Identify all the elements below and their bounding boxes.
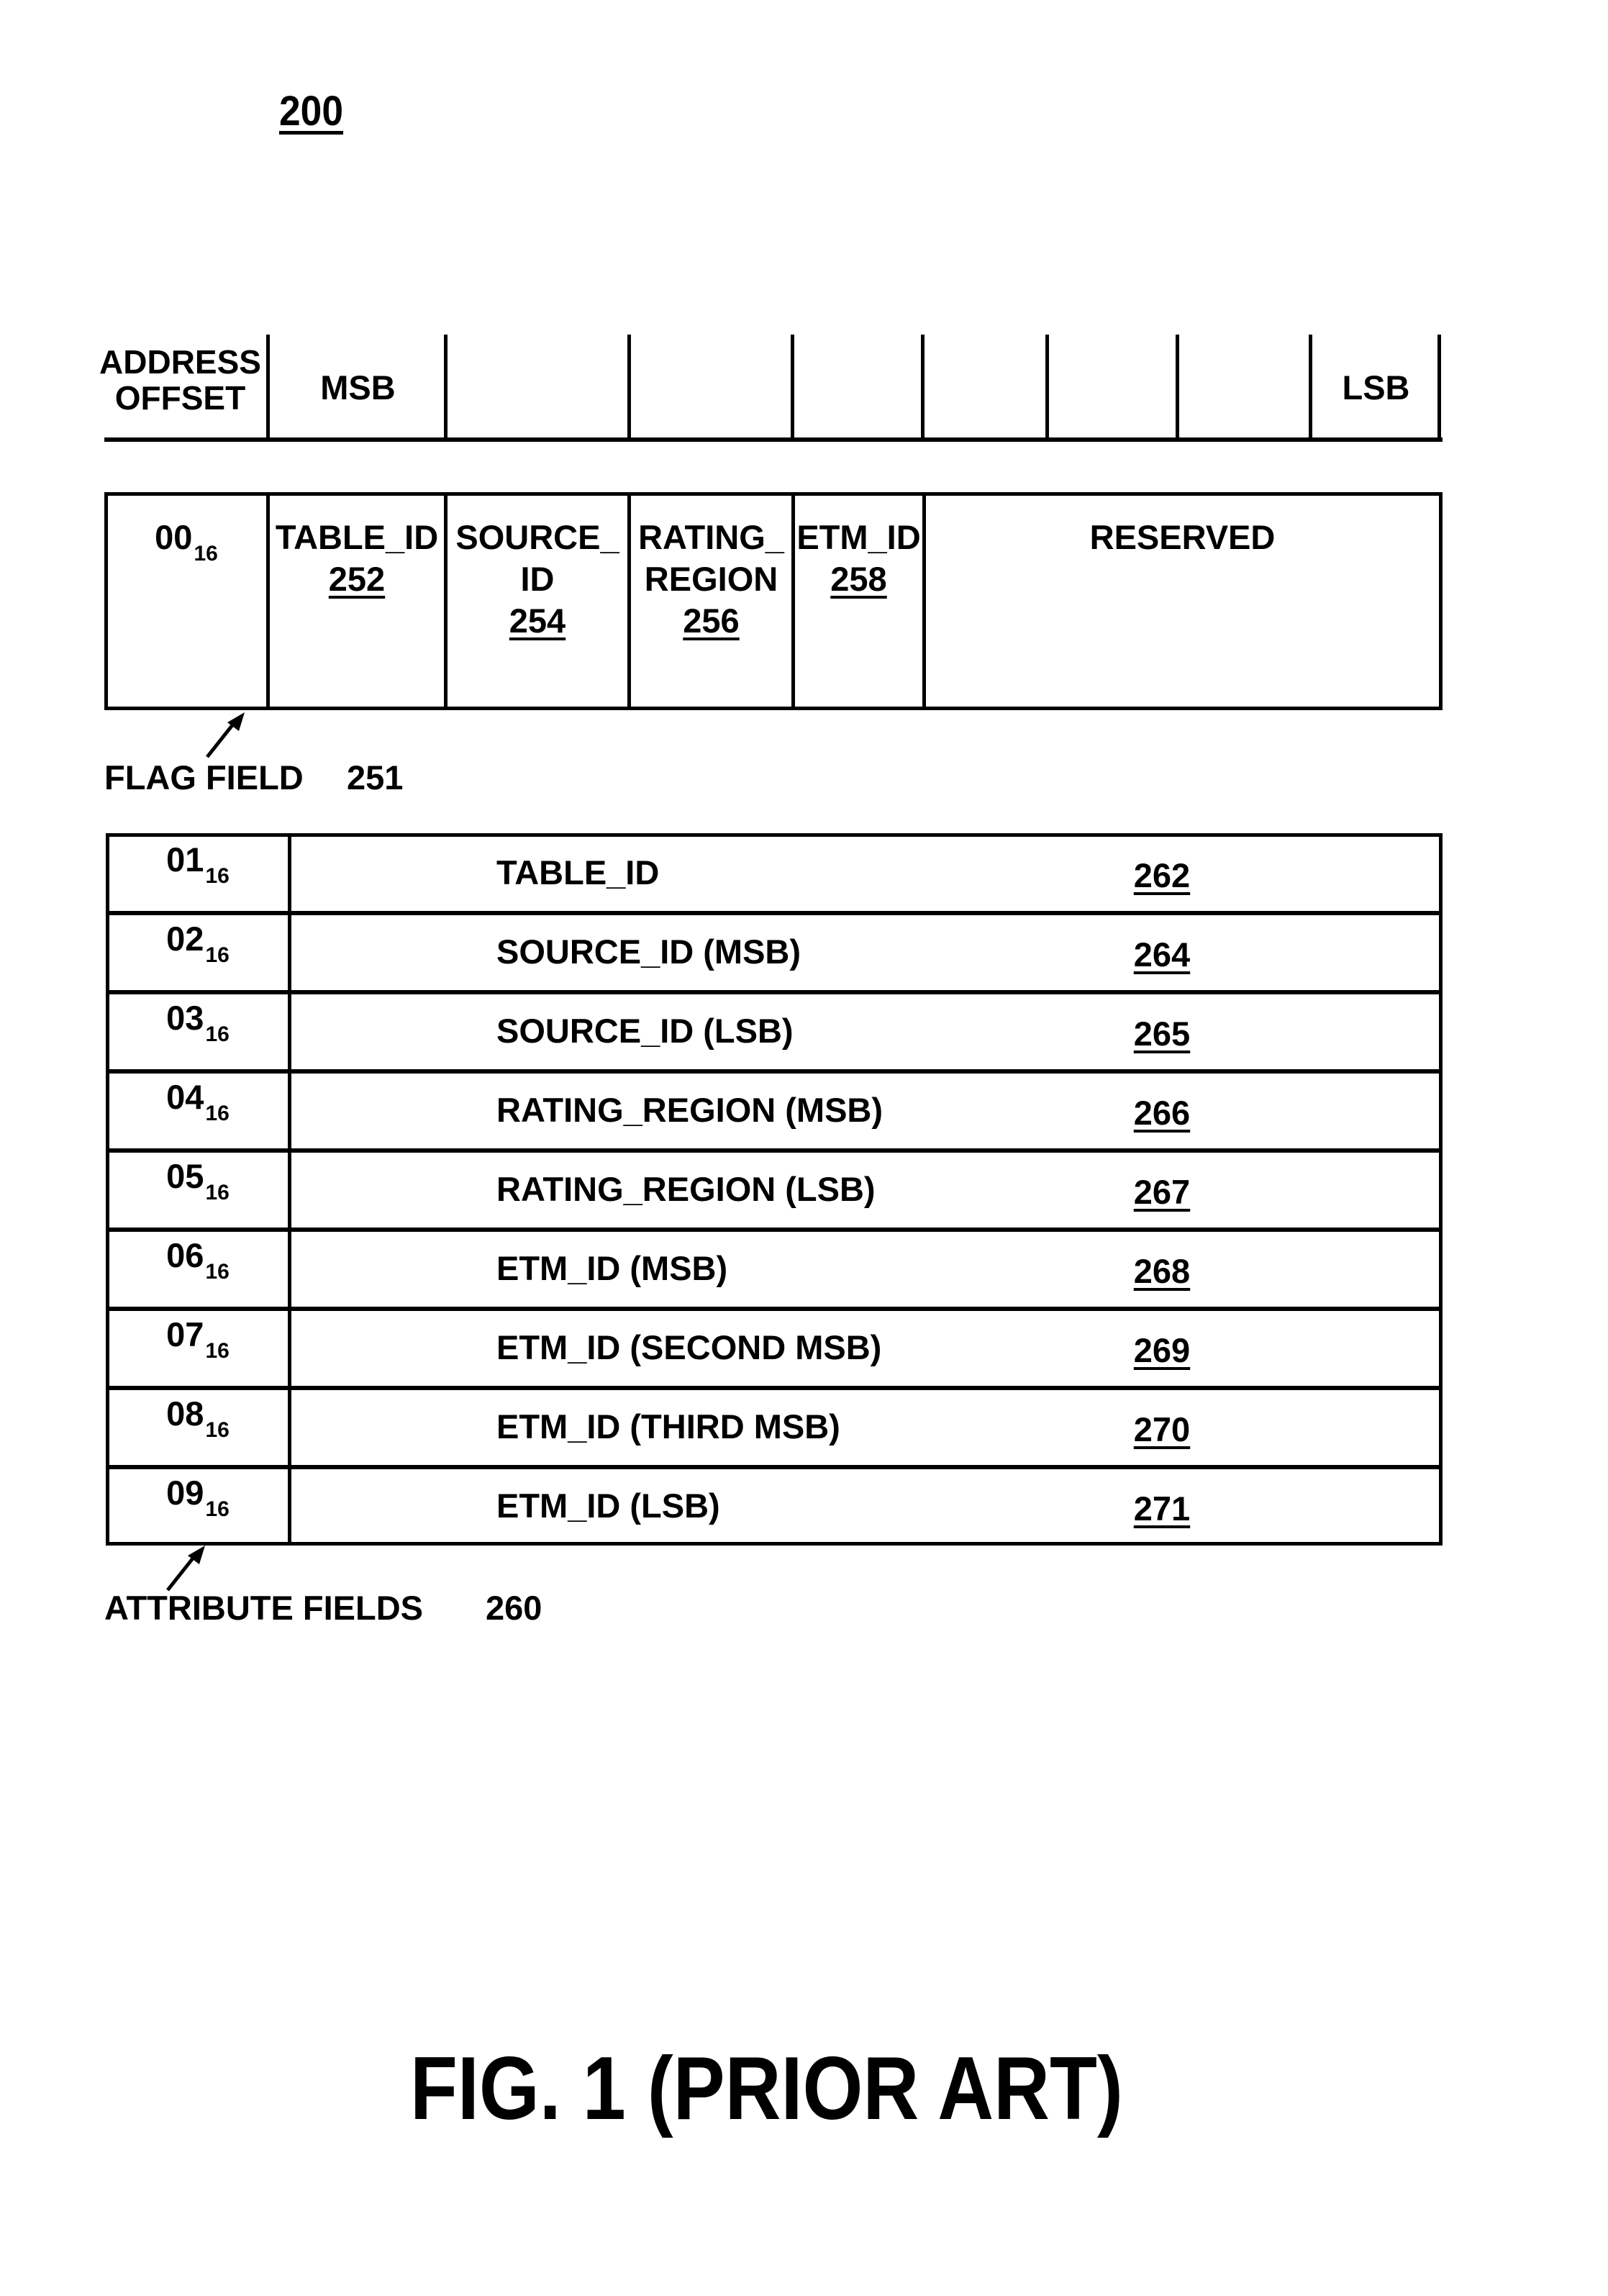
attribute-name: ETM_ID (THIRD MSB)	[496, 1407, 840, 1446]
attribute-ref: 268	[1133, 1252, 1191, 1290]
row-separator	[106, 1386, 1443, 1390]
figure-caption: FIG. 1 (PRIOR ART)	[410, 2039, 1123, 2138]
address-offset-label: ADDRESS OFFSET	[92, 344, 268, 416]
attribute-offset: 0716	[166, 1315, 230, 1363]
header-divider	[1309, 335, 1312, 441]
attribute-divider	[288, 833, 291, 1546]
address-label-line-2: OFFSET	[114, 379, 246, 417]
attribute-offset: 0816	[166, 1394, 230, 1442]
address-label-line-1: ADDRESS	[99, 343, 261, 381]
row-separator	[106, 1148, 1443, 1153]
attribute-name: RATING_REGION (LSB)	[496, 1170, 876, 1208]
header-baseline	[104, 437, 1443, 442]
attribute-offset: 0216	[166, 920, 230, 967]
row-separator	[106, 1307, 1443, 1311]
header-divider	[1176, 335, 1179, 441]
cell-label: RATING_	[638, 518, 784, 556]
flag-cell-reserved: RESERVED	[926, 517, 1439, 558]
attribute-offset: 0416	[166, 1078, 230, 1125]
header-divider	[1437, 335, 1441, 441]
header-divider	[1045, 335, 1049, 441]
attribute-ref: 270	[1133, 1410, 1191, 1448]
attribute-ref: 266	[1133, 1094, 1191, 1132]
flag-field-arrow-icon	[206, 712, 245, 758]
attribute-offset: 0616	[166, 1236, 230, 1284]
attribute-ref: 264	[1133, 935, 1191, 974]
attribute-ref: 271	[1133, 1489, 1191, 1528]
attribute-fields-ref: 260	[486, 1589, 542, 1627]
flag-cell-etm-id: ETM_ID 258	[795, 517, 922, 600]
header-divider	[791, 335, 794, 441]
attribute-offset: 0316	[166, 999, 230, 1046]
row-separator	[106, 990, 1443, 994]
cell-label: REGION	[644, 560, 778, 598]
attribute-name: ETM_ID (LSB)	[496, 1487, 720, 1525]
cell-label: ETM_ID	[796, 518, 921, 556]
header-divider	[444, 335, 448, 441]
row-separator	[106, 1465, 1443, 1469]
attribute-ref: 265	[1133, 1015, 1191, 1053]
cell-ref: 258	[830, 560, 887, 598]
cell-label: RESERVED	[1089, 518, 1276, 556]
cell-label: TABLE_ID	[275, 518, 439, 556]
figure-reference-number: 200	[279, 88, 344, 135]
cell-ref: 256	[683, 602, 740, 640]
flag-offset: 0016	[155, 518, 218, 566]
attribute-offset: 0516	[166, 1157, 230, 1204]
attribute-ref: 262	[1133, 856, 1191, 894]
attribute-name: ETM_ID (SECOND MSB)	[496, 1328, 882, 1366]
cell-label: ID	[520, 560, 555, 598]
msb-label: MSB	[320, 368, 396, 407]
attribute-ref: 269	[1133, 1331, 1191, 1369]
cell-label: SOURCE_	[455, 518, 619, 556]
attribute-name: SOURCE_ID (MSB)	[496, 933, 801, 971]
flag-field-ref: 251	[347, 758, 404, 797]
attribute-name: SOURCE_ID (LSB)	[496, 1012, 794, 1050]
attribute-ref: 267	[1133, 1173, 1191, 1211]
flag-cell-rating-region: RATING_ REGION 256	[631, 517, 791, 642]
header-divider	[921, 335, 925, 441]
cell-ref: 252	[328, 560, 386, 598]
flag-cell-source-id: SOURCE_ ID 254	[448, 517, 627, 642]
flag-cell-table-id: TABLE_ID 252	[270, 517, 444, 600]
lsb-label: LSB	[1342, 368, 1410, 407]
attribute-name: TABLE_ID	[496, 853, 660, 891]
flag-field-caption: FLAG FIELD	[104, 758, 304, 797]
cell-ref: 254	[509, 602, 566, 640]
row-separator	[106, 1069, 1443, 1074]
attribute-name: RATING_REGION (MSB)	[496, 1091, 884, 1129]
attribute-offset: 0916	[166, 1474, 230, 1521]
attribute-name: ETM_ID (MSB)	[496, 1249, 728, 1287]
header-divider	[627, 335, 631, 441]
attribute-offset: 0116	[166, 840, 230, 888]
header-divider	[266, 335, 270, 441]
row-separator	[106, 911, 1443, 915]
attribute-fields-caption: ATTRIBUTE FIELDS	[104, 1589, 423, 1627]
row-separator	[106, 1228, 1443, 1232]
